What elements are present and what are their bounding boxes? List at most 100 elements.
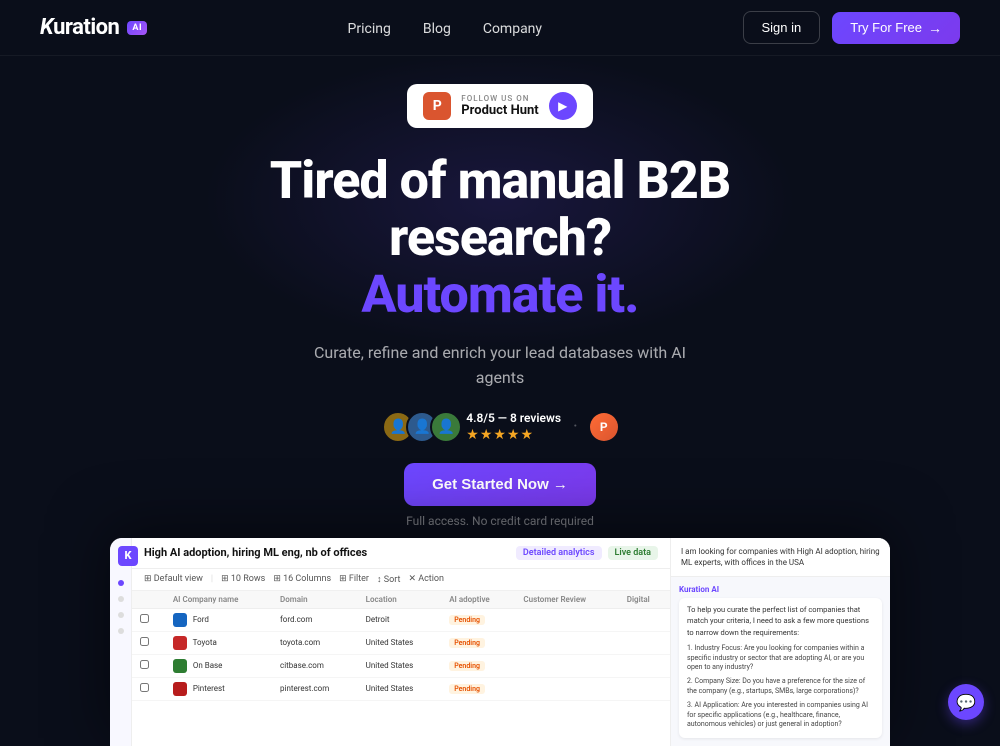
td-company: Ford <box>165 608 272 631</box>
td-domain-toyota: toyota.com <box>272 631 358 654</box>
td-ai-ford: Pending <box>441 608 515 631</box>
td-checkbox[interactable] <box>132 677 165 700</box>
toolbar-columns[interactable]: ⊞ 16 Columns <box>273 574 331 584</box>
chat-question-3: 3. AI Application: Are you interested in… <box>687 699 874 732</box>
headline-accent: Automate it. <box>361 264 638 325</box>
avatar-group: 👤 👤 👤 <box>382 411 454 443</box>
toolbar-rows[interactable]: ⊞ 10 Rows <box>221 574 265 584</box>
ai-tag-pinterest: Pending <box>449 684 485 694</box>
th-company: AI Company name <box>165 591 272 609</box>
td-location-onbase: United States <box>358 654 442 677</box>
nav-item-pricing[interactable]: Pricing <box>348 18 391 37</box>
signin-button[interactable]: Sign in <box>743 11 821 44</box>
td-checkbox[interactable] <box>132 631 165 654</box>
sidebar-dot-1[interactable] <box>118 580 124 586</box>
logo-text: Kuration <box>40 15 119 40</box>
navbar: Kuration AI Pricing Blog Company Sign in… <box>0 0 1000 56</box>
toolbar-filter[interactable]: ⊞ Filter <box>339 574 369 584</box>
td-location-ford: Detroit <box>358 608 442 631</box>
company-logo-ford <box>173 613 187 627</box>
company-name-onbase: On Base <box>193 661 223 670</box>
th-digital: Digital <box>619 591 670 609</box>
td-review-onbase <box>515 654 618 677</box>
ai-tag-onbase: Pending <box>449 661 485 671</box>
company-table: AI Company name Domain Location AI adopt… <box>132 591 670 701</box>
th-location: Location <box>358 591 442 609</box>
ai-badge: AI <box>127 21 147 35</box>
ph-arrow-icon: ▶ <box>549 92 577 120</box>
try-free-arrow: → <box>928 20 942 36</box>
badge-data: Live data <box>608 546 659 560</box>
ai-tag-toyota: Pending <box>449 638 485 648</box>
logo-container: Kuration AI <box>40 15 147 40</box>
chat-question-2: 2. Company Size: Do you have a preferenc… <box>687 675 874 699</box>
chat-header: I am looking for companies with High AI … <box>671 538 890 577</box>
chat-question-1: 1. Industry Focus: Are you looking for c… <box>687 642 874 675</box>
dashboard-header: High AI adoption, hiring ML eng, nb of o… <box>132 538 670 569</box>
td-domain-pinterest: pinterest.com <box>272 677 358 700</box>
avatar-face-3: 👤 <box>432 413 460 441</box>
table-row[interactable]: Ford ford.com Detroit Pending <box>132 608 670 631</box>
product-hunt-text: FOLLOW US ON Product Hunt <box>461 94 538 118</box>
table-header-row: AI Company name Domain Location AI adopt… <box>132 591 670 609</box>
company-name-toyota: Toyota <box>193 638 217 647</box>
sidebar-dot-4[interactable] <box>118 628 124 634</box>
product-hunt-icon: P <box>423 92 451 120</box>
td-company: Pinterest <box>165 677 272 700</box>
ai-tag-ford: Pending <box>449 615 485 625</box>
dashboard-table-panel: High AI adoption, hiring ML eng, nb of o… <box>132 538 670 746</box>
sidebar-dot-2[interactable] <box>118 596 124 602</box>
nav-link-blog[interactable]: Blog <box>423 21 451 37</box>
chat-intro: To help you curate the perfect list of c… <box>687 605 869 637</box>
headline: Tired of manual B2B research? Automate i… <box>270 152 730 324</box>
td-checkbox[interactable] <box>132 654 165 677</box>
chat-bubble: To help you curate the perfect list of c… <box>679 598 882 738</box>
nav-item-blog[interactable]: Blog <box>423 18 451 37</box>
cta-note: Full access. No credit card required <box>406 514 594 528</box>
dashboard-sidebar <box>110 538 132 746</box>
th-review: Customer Review <box>515 591 618 609</box>
td-ai-pinterest: Pending <box>441 677 515 700</box>
toolbar-default-view[interactable]: ⊞ Default view <box>144 574 203 584</box>
divider: · <box>573 416 578 437</box>
table-row[interactable]: Toyota toyota.com United States Pending <box>132 631 670 654</box>
dashboard-preview: K High AI adoption, hiring ML eng, nb of… <box>110 538 890 746</box>
sidebar-dot-3[interactable] <box>118 612 124 618</box>
td-review-ford <box>515 608 618 631</box>
td-digital-toyota <box>619 631 670 654</box>
nav-link-pricing[interactable]: Pricing <box>348 21 391 37</box>
company-logo-onbase <box>173 659 187 673</box>
toolbar-sort[interactable]: ↕ Sort <box>377 574 400 585</box>
td-checkbox[interactable] <box>132 608 165 631</box>
main-content: P FOLLOW US ON Product Hunt ▶ Tired of m… <box>0 56 1000 736</box>
rating-group: 4.8/5 — 8 reviews ★★★★★ <box>466 411 561 443</box>
chat-float-icon: 💬 <box>956 693 976 712</box>
stars: ★★★★★ <box>466 427 561 443</box>
td-review-toyota <box>515 631 618 654</box>
dashboard-toolbar: ⊞ Default view | ⊞ 10 Rows ⊞ 16 Columns … <box>132 569 670 591</box>
try-free-button[interactable]: Try For Free → <box>832 12 960 44</box>
cta-group: Get Started Now → Full access. No credit… <box>404 463 596 528</box>
social-proof: 👤 👤 👤 4.8/5 — 8 reviews ★★★★★ · P <box>382 411 617 443</box>
chat-agent-label: Kuration AI <box>679 585 882 594</box>
td-location-pinterest: United States <box>358 677 442 700</box>
get-started-button[interactable]: Get Started Now → <box>404 463 596 506</box>
td-company: On Base <box>165 654 272 677</box>
dashboard-title: High AI adoption, hiring ML eng, nb of o… <box>144 546 367 559</box>
ph-logo-small: P <box>590 413 618 441</box>
ph-name-label: Product Hunt <box>461 103 538 118</box>
chat-messages: Kuration AI To help you curate the perfe… <box>671 577 890 746</box>
td-domain-ford: ford.com <box>272 608 358 631</box>
company-logo-pinterest <box>173 682 187 696</box>
product-hunt-badge[interactable]: P FOLLOW US ON Product Hunt ▶ <box>407 84 592 128</box>
company-name-ford: Ford <box>193 615 209 624</box>
td-ai-onbase: Pending <box>441 654 515 677</box>
badge-analytics: Detailed analytics <box>516 546 602 560</box>
table-row[interactable]: Pinterest pinterest.com United States Pe… <box>132 677 670 700</box>
toolbar-action[interactable]: ✕ Action <box>408 574 444 584</box>
nav-link-company[interactable]: Company <box>483 21 542 37</box>
nav-item-company[interactable]: Company <box>483 18 542 37</box>
table-row[interactable]: On Base citbase.com United States Pendin… <box>132 654 670 677</box>
chat-float-button[interactable]: 💬 <box>948 684 984 720</box>
hero-section: P FOLLOW US ON Product Hunt ▶ Tired of m… <box>0 56 1000 528</box>
